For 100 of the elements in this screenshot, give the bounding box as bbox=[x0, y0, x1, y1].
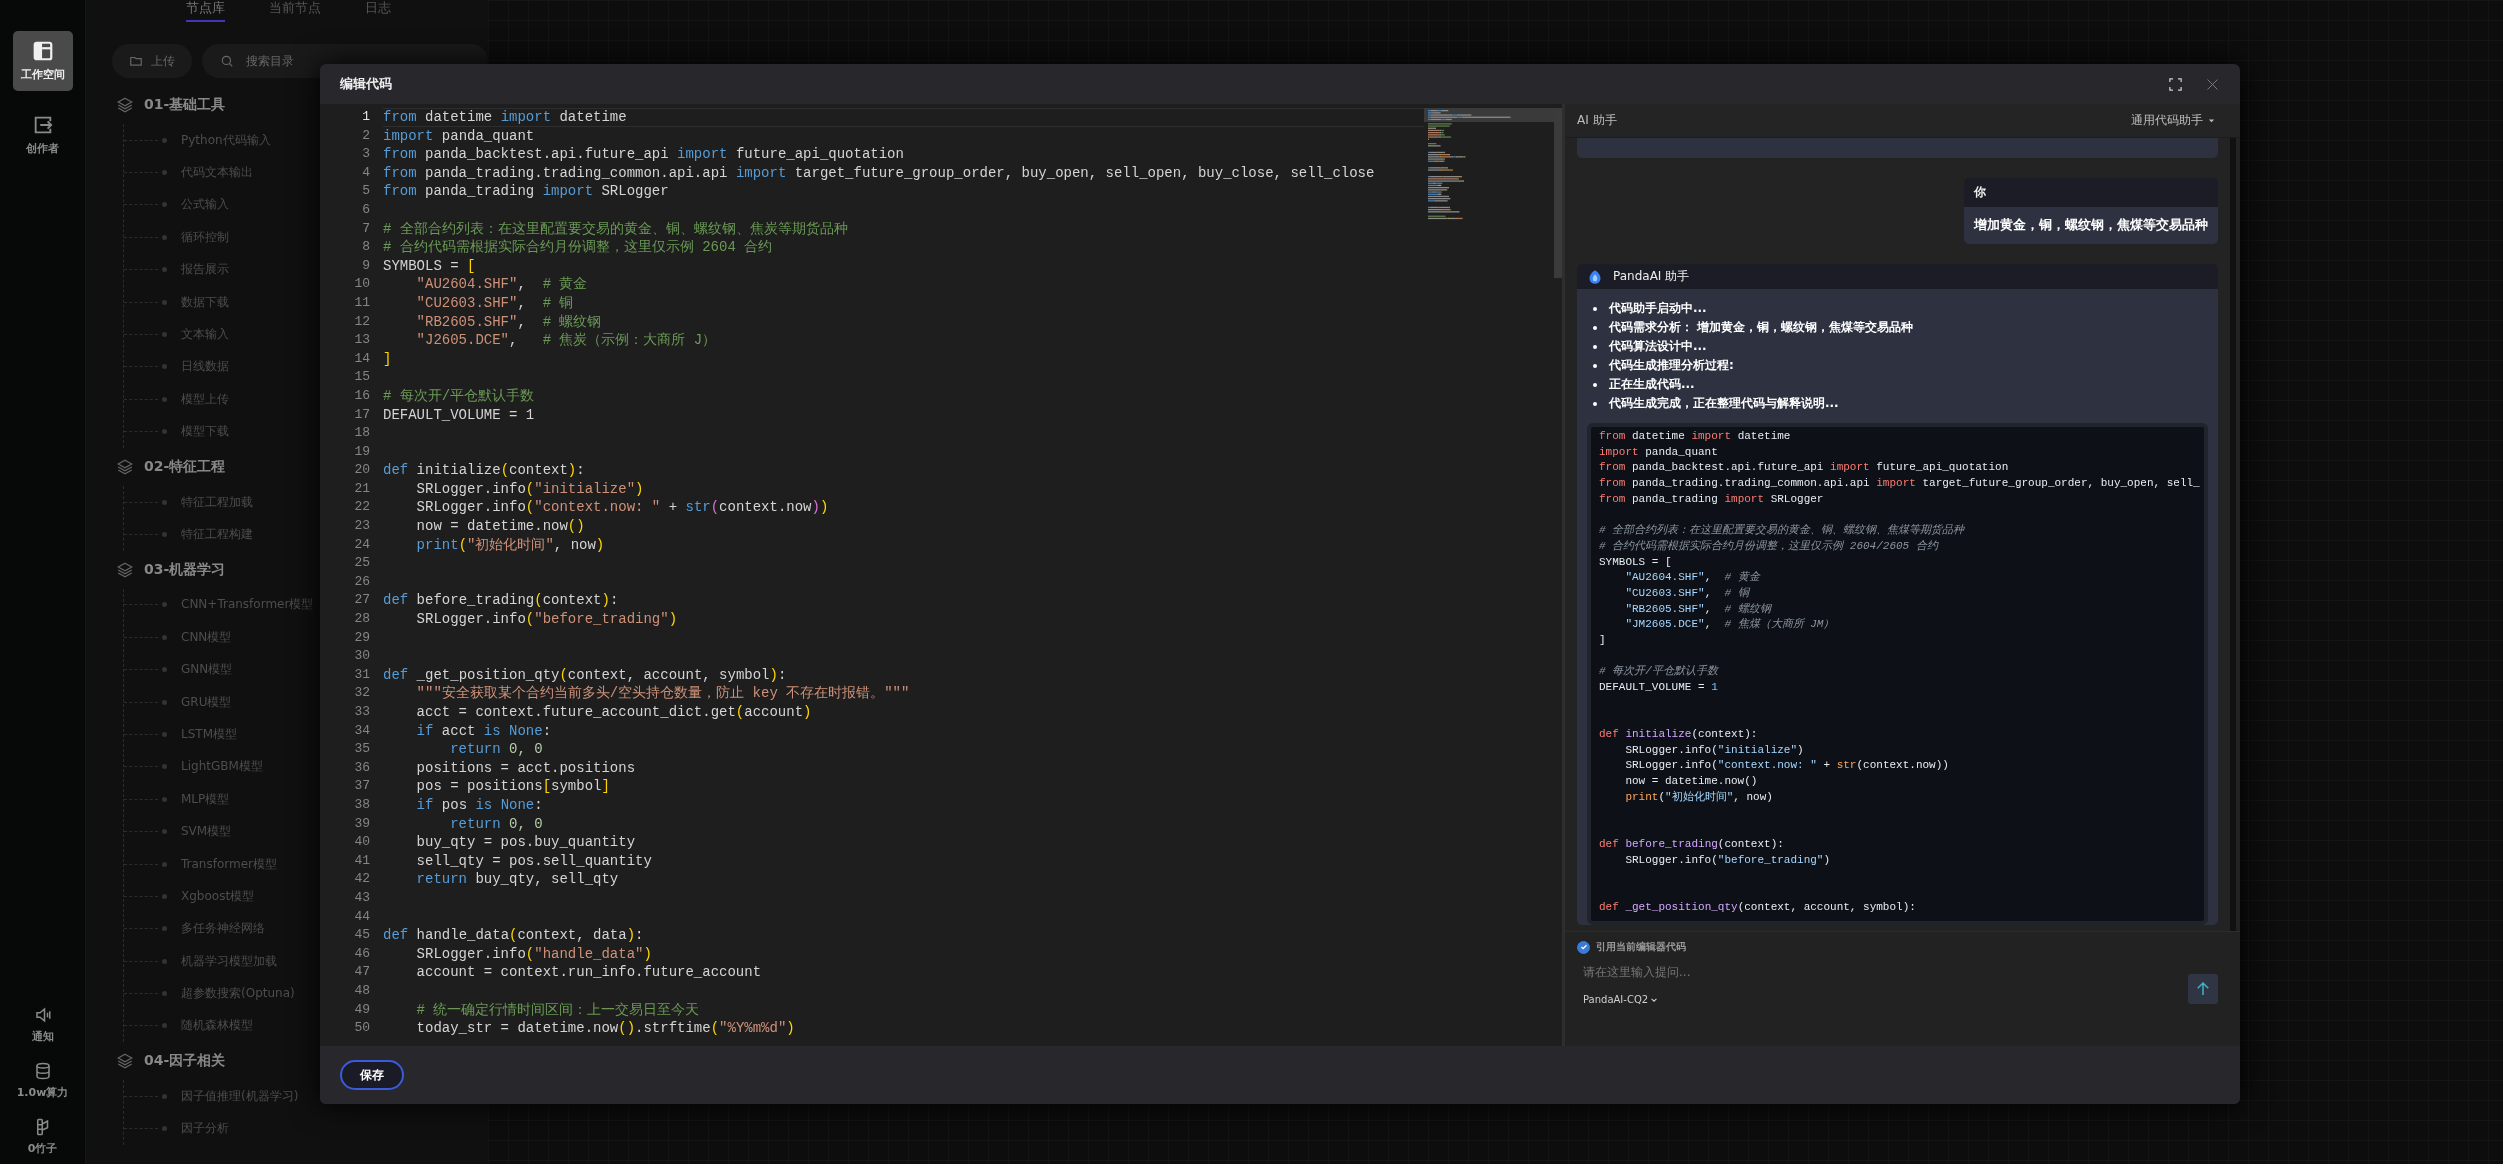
code-line: "RB2605.SHF", # 螺纹钢 bbox=[415, 312, 603, 332]
code-line: return buy_qty, sell_qty bbox=[415, 870, 620, 889]
code-line: today_str = datetime.now().strftime("%Y%m%d") bbox=[415, 1019, 796, 1038]
line-number: 15 bbox=[353, 368, 370, 387]
line-number: 38 bbox=[353, 795, 370, 814]
message-author: PandaAI 助手 bbox=[1613, 268, 1690, 285]
layers-icon bbox=[116, 96, 134, 114]
code-line: from panda_backtest.api.future_api import future_api_quotation bbox=[1599, 460, 2010, 476]
search-icon bbox=[220, 54, 234, 68]
rail-item[interactable]: 1.0w算力 bbox=[2, 1058, 83, 1104]
message-text: 增加黄金，铜，螺纹钢，焦煤等交易品种 bbox=[1964, 207, 2218, 244]
code-line: from datetime import datetime bbox=[383, 108, 1424, 127]
scrollbar[interactable] bbox=[2230, 138, 2236, 931]
line-number: 37 bbox=[353, 777, 370, 796]
rail-item[interactable]: 通知 bbox=[2, 1002, 83, 1048]
save-button[interactable]: 保存 bbox=[340, 1060, 404, 1090]
line-number: 43 bbox=[353, 888, 370, 907]
code-line: ] bbox=[1599, 632, 1607, 648]
line-number: 50 bbox=[353, 1019, 370, 1038]
panel-tab[interactable]: 日志 bbox=[365, 0, 391, 22]
code-line: # 全部合约列表：在这里配置要交易的黄金、铜、螺纹钢、焦炭等期货品种 bbox=[383, 219, 849, 239]
line-number: 10 bbox=[353, 275, 370, 294]
code-line: """安全获取某个合约当前多头/空头持仓数量，防止 key 不存在时报错。""" bbox=[415, 684, 911, 703]
code-line: return 0, 0 bbox=[449, 814, 544, 834]
line-number: 29 bbox=[353, 628, 370, 647]
fullscreen-icon[interactable] bbox=[2168, 76, 2183, 92]
code-line: SRLogger.info("before_trading") bbox=[415, 610, 679, 629]
code-line: DEFAULT_VOLUME = 1 bbox=[1599, 680, 1719, 695]
code-line: ] bbox=[383, 349, 393, 369]
line-number: 48 bbox=[353, 981, 370, 1000]
line-number: 30 bbox=[353, 647, 370, 666]
code-line: "J2605.DCE", # 焦炭（示例：大商所 J） bbox=[415, 331, 718, 350]
code-line: from datetime import datetime bbox=[1599, 429, 1792, 444]
step-text: 代码生成推理分析过程: bbox=[1609, 357, 1734, 374]
step-text: 正在生成代码... bbox=[1609, 376, 1695, 393]
line-number: 19 bbox=[353, 442, 370, 461]
bullet-icon bbox=[1593, 325, 1597, 330]
line-number: 34 bbox=[353, 721, 370, 740]
line-number: 42 bbox=[353, 870, 370, 889]
code-editor[interactable] bbox=[320, 104, 1562, 1046]
line-number: 24 bbox=[353, 535, 370, 554]
logo-icon bbox=[1587, 268, 1603, 285]
line-number: 39 bbox=[353, 814, 370, 833]
code-line: from panda_backtest.api.future_api import future_api_quotation bbox=[383, 145, 905, 164]
code-line: pos = positions[symbol] bbox=[415, 777, 611, 796]
line-number: 46 bbox=[353, 944, 370, 963]
step-text: 代码需求分析： 增加黄金，铜，螺纹钢，焦煤等交易品种 bbox=[1609, 319, 1914, 336]
line-number: 16 bbox=[353, 386, 370, 405]
line-number: 4 bbox=[361, 163, 370, 182]
line-number: 18 bbox=[353, 424, 370, 443]
scrollbar[interactable] bbox=[1554, 108, 1562, 278]
checkbox[interactable] bbox=[1577, 940, 1590, 954]
line-number: 33 bbox=[353, 703, 370, 721]
code-line: import panda_quant bbox=[383, 126, 536, 146]
code-line: "RB2605.SHF", # 螺纹钢 bbox=[1624, 601, 1773, 617]
model-dropdown[interactable]: PandaAI-CQ2 bbox=[1577, 994, 1665, 1005]
code-line: SYMBOLS = [ bbox=[383, 256, 477, 276]
code-line: "CU2603.SHF", # 铜 bbox=[1624, 585, 1751, 601]
code-line: SRLogger.info("initialize") bbox=[415, 479, 645, 499]
code-line: acct = context.future_account_dict.get(account) bbox=[415, 703, 813, 722]
code-line: from panda_trading.trading_common.api.api import target_future_group_order, buy_open, sell_open, buy_close, sell_close bbox=[383, 163, 1376, 183]
line-number: 45 bbox=[353, 926, 370, 945]
layout-icon bbox=[31, 40, 54, 62]
code-line: "CU2603.SHF", # 铜 bbox=[415, 293, 575, 313]
code-line: "JM2605.DCE", # 焦煤（大商所 JM） bbox=[1624, 617, 1836, 633]
line-number: 17 bbox=[353, 405, 370, 424]
line-number: 27 bbox=[353, 591, 370, 610]
line-number: 23 bbox=[353, 517, 370, 536]
line-number: 6 bbox=[361, 200, 370, 219]
mode-dropdown[interactable]: 通用代码助手 bbox=[2125, 111, 2222, 130]
line-number: 41 bbox=[353, 851, 370, 870]
send-button[interactable] bbox=[2188, 973, 2218, 1004]
layers-icon bbox=[116, 457, 134, 476]
line-number: 3 bbox=[361, 145, 370, 164]
code-line: account = context.run_info.future_account bbox=[415, 963, 763, 982]
rail-item[interactable]: 创作者 bbox=[12, 105, 73, 165]
line-number: 8 bbox=[361, 238, 370, 257]
line-number: 49 bbox=[353, 1000, 370, 1019]
close-icon[interactable] bbox=[2205, 76, 2220, 92]
code-line: def before_trading(context): bbox=[383, 591, 620, 611]
code-line: "AU2604.SHF", # 黄金 bbox=[415, 275, 589, 294]
code-line: # 全部合约列表：在这里配置要交易的黄金、铜、螺纹钢、焦煤等期货品种 bbox=[1599, 523, 1966, 539]
code-line: def _get_position_qty(context, account, symbol): bbox=[1599, 899, 1917, 915]
rail-item[interactable]: 0竹子 bbox=[2, 1114, 83, 1160]
rail-item[interactable]: 工作空间 bbox=[12, 31, 73, 91]
line-number: 31 bbox=[353, 665, 370, 684]
bullet-icon bbox=[1593, 306, 1597, 311]
code-line: sell_qty = pos.sell_quantity bbox=[415, 851, 653, 871]
layers-icon bbox=[116, 1052, 134, 1071]
line-number: 44 bbox=[353, 907, 370, 926]
code-line: # 每次开/平仓默认手数 bbox=[1599, 664, 1720, 680]
bullet-icon bbox=[1593, 344, 1597, 349]
code-line: print("初始化时间", now) bbox=[415, 535, 606, 555]
question-input[interactable]: 请在这里输入提问... bbox=[1577, 956, 2226, 994]
code-line: # 统一确定行情时间区间：上一交易日至今天 bbox=[415, 1000, 701, 1020]
panel-tab[interactable]: 当前节点 bbox=[269, 0, 321, 22]
line-number: 20 bbox=[353, 461, 370, 480]
line-number: 25 bbox=[353, 554, 370, 573]
line-number: 36 bbox=[353, 758, 370, 777]
panel-tab[interactable]: 节点库 bbox=[186, 0, 225, 22]
